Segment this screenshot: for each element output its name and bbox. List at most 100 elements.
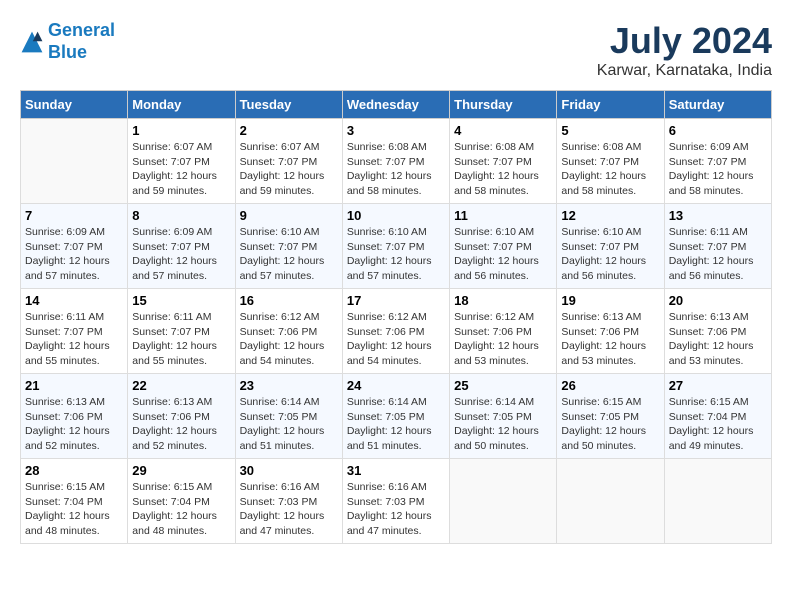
calendar-cell: 26 Sunrise: 6:15 AM Sunset: 7:05 PM Dayli… [557, 374, 664, 459]
day-number: 9 [240, 208, 338, 223]
day-number: 4 [454, 123, 552, 138]
day-number: 14 [25, 293, 123, 308]
day-info: Sunrise: 6:09 AM Sunset: 7:07 PM Dayligh… [669, 140, 767, 199]
calendar-cell: 8 Sunrise: 6:09 AM Sunset: 7:07 PM Daylig… [128, 204, 235, 289]
day-number: 30 [240, 463, 338, 478]
calendar-week-1: 1Sunrise: 6:07 AM Sunset: 7:07 PM Daylig… [21, 119, 772, 204]
day-info: Sunrise: 6:15 AM Sunset: 7:04 PM Dayligh… [669, 395, 767, 454]
calendar-cell: 13 Sunrise: 6:11 AM Sunset: 7:07 PM Dayli… [664, 204, 771, 289]
calendar-cell: 5 Sunrise: 6:08 AM Sunset: 7:07 PM Daylig… [557, 119, 664, 204]
calendar-cell: 29 Sunrise: 6:15 AM Sunset: 7:04 PM Dayli… [128, 459, 235, 544]
calendar-cell: 1Sunrise: 6:07 AM Sunset: 7:07 PM Daylig… [128, 119, 235, 204]
day-info: Sunrise: 6:09 AM Sunset: 7:07 PM Dayligh… [132, 225, 230, 284]
calendar-cell: 21 Sunrise: 6:13 AM Sunset: 7:06 PM Dayli… [21, 374, 128, 459]
day-info: Sunrise: 6:16 AM Sunset: 7:03 PM Dayligh… [347, 480, 445, 539]
calendar-cell: 23Sunrise: 6:14 AM Sunset: 7:05 PM Dayli… [235, 374, 342, 459]
calendar-cell: 6Sunrise: 6:09 AM Sunset: 7:07 PM Daylig… [664, 119, 771, 204]
calendar-cell: 11 Sunrise: 6:10 AM Sunset: 7:07 PM Dayli… [450, 204, 557, 289]
calendar-cell: 15 Sunrise: 6:11 AM Sunset: 7:07 PM Dayli… [128, 289, 235, 374]
day-info: Sunrise: 6:13 AM Sunset: 7:06 PM Dayligh… [669, 310, 767, 369]
day-info: Sunrise: 6:13 AM Sunset: 7:06 PM Dayligh… [561, 310, 659, 369]
day-info: Sunrise: 6:15 AM Sunset: 7:04 PM Dayligh… [132, 480, 230, 539]
day-number: 10 [347, 208, 445, 223]
day-number: 3 [347, 123, 445, 138]
calendar-cell: 14Sunrise: 6:11 AM Sunset: 7:07 PM Dayli… [21, 289, 128, 374]
day-info: Sunrise: 6:13 AM Sunset: 7:06 PM Dayligh… [132, 395, 230, 454]
day-number: 23 [240, 378, 338, 393]
day-info: Sunrise: 6:12 AM Sunset: 7:06 PM Dayligh… [454, 310, 552, 369]
day-number: 15 [132, 293, 230, 308]
day-number: 11 [454, 208, 552, 223]
page-header: General Blue July 2024 Karwar, Karnataka… [20, 20, 772, 80]
day-number: 18 [454, 293, 552, 308]
day-info: Sunrise: 6:14 AM Sunset: 7:05 PM Dayligh… [347, 395, 445, 454]
day-info: Sunrise: 6:07 AM Sunset: 7:07 PM Dayligh… [240, 140, 338, 199]
day-info: Sunrise: 6:15 AM Sunset: 7:05 PM Dayligh… [561, 395, 659, 454]
calendar-cell: 9 Sunrise: 6:10 AM Sunset: 7:07 PM Daylig… [235, 204, 342, 289]
calendar-cell: 22Sunrise: 6:13 AM Sunset: 7:06 PM Dayli… [128, 374, 235, 459]
day-number: 19 [561, 293, 659, 308]
calendar-cell: 17 Sunrise: 6:12 AM Sunset: 7:06 PM Dayli… [342, 289, 449, 374]
day-info: Sunrise: 6:11 AM Sunset: 7:07 PM Dayligh… [132, 310, 230, 369]
weekday-header-sunday: Sunday [21, 91, 128, 119]
day-info: Sunrise: 6:08 AM Sunset: 7:07 PM Dayligh… [561, 140, 659, 199]
calendar-cell: 30 Sunrise: 6:16 AM Sunset: 7:03 PM Dayli… [235, 459, 342, 544]
day-info: Sunrise: 6:16 AM Sunset: 7:03 PM Dayligh… [240, 480, 338, 539]
day-number: 24 [347, 378, 445, 393]
day-number: 29 [132, 463, 230, 478]
day-number: 17 [347, 293, 445, 308]
calendar-cell: 16 Sunrise: 6:12 AM Sunset: 7:06 PM Dayli… [235, 289, 342, 374]
day-info: Sunrise: 6:11 AM Sunset: 7:07 PM Dayligh… [669, 225, 767, 284]
day-number: 16 [240, 293, 338, 308]
calendar-cell: 25 Sunrise: 6:14 AM Sunset: 7:05 PM Dayli… [450, 374, 557, 459]
day-info: Sunrise: 6:15 AM Sunset: 7:04 PM Dayligh… [25, 480, 123, 539]
calendar-week-4: 21 Sunrise: 6:13 AM Sunset: 7:06 PM Dayli… [21, 374, 772, 459]
calendar-week-3: 14 Sunrise: 6:11 AM Sunset: 7:07 PM Dayli… [21, 289, 772, 374]
calendar-cell: 20Sunrise: 6:13 AM Sunset: 7:06 PM Dayli… [664, 289, 771, 374]
weekday-header-saturday: Saturday [664, 91, 771, 119]
calendar-cell [557, 459, 664, 544]
day-info: Sunrise: 6:12 AM Sunset: 7:06 PM Dayligh… [347, 310, 445, 369]
day-info: Sunrise: 6:10 AM Sunset: 7:07 PM Dayligh… [561, 225, 659, 284]
day-number: 26 [561, 378, 659, 393]
day-number: 21 [25, 378, 123, 393]
calendar-cell: 10 Sunrise: 6:10 AM Sunset: 7:07 PM Dayli… [342, 204, 449, 289]
day-number: 28 [25, 463, 123, 478]
title-section: July 2024 Karwar, Karnataka, India [597, 20, 772, 80]
location: Karwar, Karnataka, India [597, 62, 772, 80]
calendar-cell: 31 Sunrise: 6:16 AM Sunset: 7:03 PM Dayli… [342, 459, 449, 544]
day-info: Sunrise: 6:14 AM Sunset: 7:05 PM Dayligh… [454, 395, 552, 454]
calendar-cell: 28 Sunrise: 6:15 AM Sunset: 7:04 PM Dayli… [21, 459, 128, 544]
day-number: 8 [132, 208, 230, 223]
calendar-cell: 4 Sunrise: 6:08 AM Sunset: 7:07 PM Daylig… [450, 119, 557, 204]
month-year: July 2024 [597, 20, 772, 62]
day-number: 25 [454, 378, 552, 393]
day-number: 5 [561, 123, 659, 138]
weekday-header-row: SundayMondayTuesdayWednesdayThursdayFrid… [21, 91, 772, 119]
calendar-body: 1Sunrise: 6:07 AM Sunset: 7:07 PM Daylig… [21, 119, 772, 544]
calendar-cell: 3 Sunrise: 6:08 AM Sunset: 7:07 PM Daylig… [342, 119, 449, 204]
day-number: 13 [669, 208, 767, 223]
day-info: Sunrise: 6:13 AM Sunset: 7:06 PM Dayligh… [25, 395, 123, 454]
calendar-header: SundayMondayTuesdayWednesdayThursdayFrid… [21, 91, 772, 119]
day-number: 12 [561, 208, 659, 223]
day-info: Sunrise: 6:10 AM Sunset: 7:07 PM Dayligh… [240, 225, 338, 284]
day-info: Sunrise: 6:12 AM Sunset: 7:06 PM Dayligh… [240, 310, 338, 369]
day-number: 7 [25, 208, 123, 223]
calendar-cell: 7 Sunrise: 6:09 AM Sunset: 7:07 PM Daylig… [21, 204, 128, 289]
calendar-week-5: 28 Sunrise: 6:15 AM Sunset: 7:04 PM Dayli… [21, 459, 772, 544]
calendar-cell: 24 Sunrise: 6:14 AM Sunset: 7:05 PM Dayli… [342, 374, 449, 459]
weekday-header-thursday: Thursday [450, 91, 557, 119]
weekday-header-monday: Monday [128, 91, 235, 119]
calendar-cell [664, 459, 771, 544]
day-info: Sunrise: 6:10 AM Sunset: 7:07 PM Dayligh… [347, 225, 445, 284]
day-number: 31 [347, 463, 445, 478]
calendar-cell: 12 Sunrise: 6:10 AM Sunset: 7:07 PM Dayli… [557, 204, 664, 289]
weekday-header-wednesday: Wednesday [342, 91, 449, 119]
calendar-cell: 18 Sunrise: 6:12 AM Sunset: 7:06 PM Dayli… [450, 289, 557, 374]
weekday-header-tuesday: Tuesday [235, 91, 342, 119]
day-info: Sunrise: 6:08 AM Sunset: 7:07 PM Dayligh… [454, 140, 552, 199]
day-info: Sunrise: 6:08 AM Sunset: 7:07 PM Dayligh… [347, 140, 445, 199]
day-info: Sunrise: 6:10 AM Sunset: 7:07 PM Dayligh… [454, 225, 552, 284]
day-info: Sunrise: 6:09 AM Sunset: 7:07 PM Dayligh… [25, 225, 123, 284]
